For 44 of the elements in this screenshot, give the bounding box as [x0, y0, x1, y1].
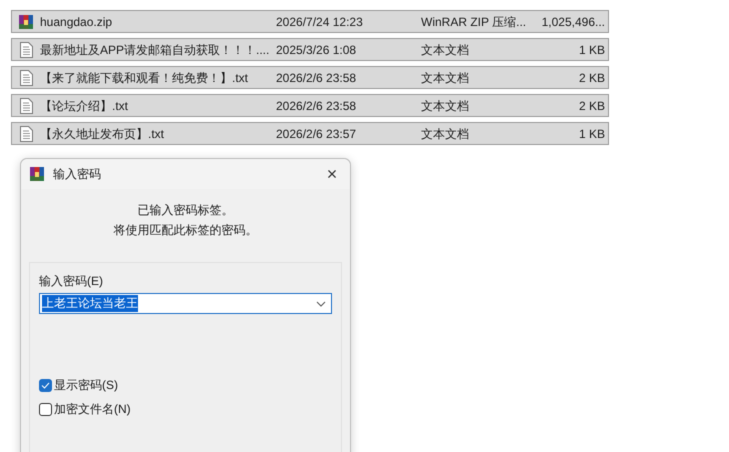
file-type: WinRAR ZIP 压缩... — [421, 14, 528, 30]
password-value: 上老王论坛当老王 — [42, 295, 138, 312]
file-size: 2 KB — [578, 98, 606, 114]
checkmark-icon — [41, 382, 50, 388]
dialog-message: 已输入密码标签。 — [138, 202, 234, 219]
checkbox[interactable] — [39, 378, 52, 392]
dialog-title: 输入密码 — [53, 166, 102, 183]
file-date: 2025/3/26 1:08 — [276, 42, 358, 58]
close-button[interactable]: × — [320, 163, 344, 185]
file-row[interactable]: 【永久地址发布页】.txt 2026/2/6 23:57 文本文档 1 KB — [11, 122, 609, 145]
file-name: 【来了就能下载和观看！纯免费！】.txt — [39, 70, 250, 86]
document-icon — [20, 98, 32, 114]
file-name: 【永久地址发布页】.txt — [39, 126, 166, 142]
file-date: 2026/2/6 23:57 — [276, 126, 358, 142]
archive-icon — [18, 14, 34, 30]
chevron-down-icon — [316, 300, 326, 306]
file-name: 最新地址及APP请发邮箱自动获取！！！.... — [39, 42, 270, 58]
file-type: 文本文档 — [421, 98, 470, 114]
file-name: huangdao.zip — [39, 14, 114, 30]
file-type: 文本文档 — [421, 126, 470, 142]
file-date: 2026/2/6 23:58 — [276, 70, 358, 86]
file-row[interactable]: huangdao.zip 2026/7/24 12:23 WinRAR ZIP 压缩... 1,025,496... — [11, 10, 609, 33]
checkbox-label: 显示密码(S) — [54, 377, 118, 394]
password-combobox[interactable]: 上老王论坛当老王 — [39, 293, 332, 314]
document-icon — [20, 126, 32, 142]
file-size: 1,025,496... — [540, 14, 606, 30]
password-label: 输入密码(E) — [39, 273, 104, 290]
dialog-message: 将使用匹配此标签的密码。 — [114, 222, 258, 239]
file-size: 1 KB — [578, 126, 606, 142]
file-type: 文本文档 — [421, 42, 470, 58]
document-icon — [20, 42, 32, 58]
document-icon — [20, 70, 32, 86]
archive-icon — [29, 166, 45, 182]
checkbox[interactable] — [39, 402, 52, 416]
file-row[interactable]: 【来了就能下载和观看！纯免费！】.txt 2026/2/6 23:58 文本文档 2 KB — [11, 66, 609, 89]
checkbox-label: 加密文件名(N) — [54, 401, 131, 418]
file-row[interactable]: 最新地址及APP请发邮箱自动获取！！！.... 2025/3/26 1:08 文本文档 1 KB — [11, 38, 609, 61]
file-size: 1 KB — [578, 42, 606, 58]
file-name: 【论坛介绍】.txt — [39, 98, 130, 114]
file-date: 2026/7/24 12:23 — [276, 14, 364, 30]
file-size: 2 KB — [578, 70, 606, 86]
file-type: 文本文档 — [421, 70, 470, 86]
file-row[interactable]: 【论坛介绍】.txt 2026/2/6 23:58 文本文档 2 KB — [11, 94, 609, 117]
file-date: 2026/2/6 23:58 — [276, 98, 358, 114]
